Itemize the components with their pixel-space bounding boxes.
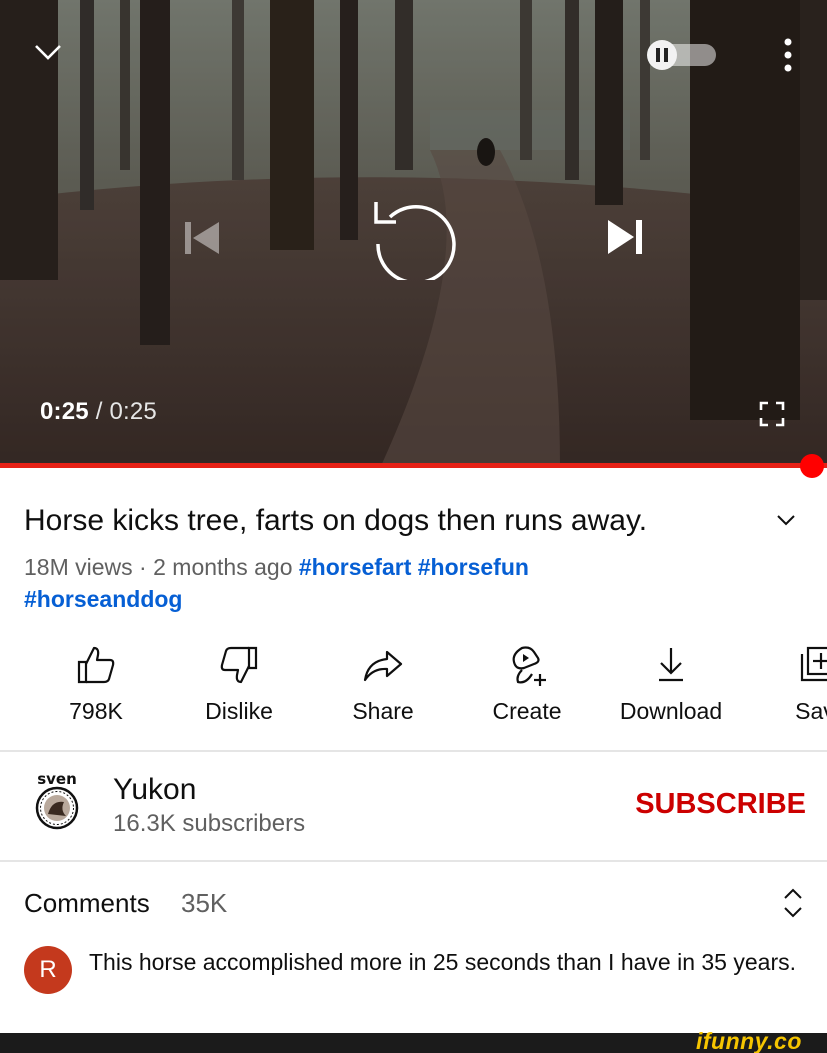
channel-logo-icon: sven <box>35 770 79 830</box>
progress-fill <box>0 463 827 468</box>
upload-age: 2 months ago <box>153 554 293 580</box>
dislike-button[interactable]: Dislike <box>167 640 311 730</box>
minimize-button[interactable] <box>30 36 66 68</box>
commenter-avatar[interactable]: R <box>24 946 72 994</box>
share-icon <box>363 650 403 682</box>
create-button[interactable]: Create <box>455 640 599 730</box>
autoplay-toggle[interactable] <box>642 40 718 70</box>
comments-expand-button[interactable] <box>780 886 806 920</box>
previous-button[interactable] <box>180 218 224 258</box>
divider <box>0 750 827 752</box>
replay-button[interactable] <box>368 194 458 280</box>
share-button[interactable]: Share <box>311 640 455 730</box>
channel-name[interactable]: Yukon <box>113 773 196 807</box>
avatar-text: sven <box>37 770 77 788</box>
subscriber-count: 16.3K subscribers <box>113 810 306 837</box>
time-separator: / <box>95 398 103 425</box>
create-label: Create <box>492 698 562 724</box>
action-bar: 798K Dislike Share Create Download Sa <box>0 640 827 730</box>
like-count: 798K <box>69 698 123 724</box>
save-icon <box>800 646 827 682</box>
save-button[interactable]: Sav <box>743 640 827 730</box>
like-button[interactable]: 798K <box>24 640 168 730</box>
current-time: 0:25 <box>40 398 89 425</box>
progress-scrubber[interactable] <box>800 454 824 478</box>
time-display: 0:25 / 0:25 <box>40 398 157 426</box>
dislike-label: Dislike <box>205 698 273 724</box>
expand-description-button[interactable] <box>772 506 800 534</box>
duration: 0:25 <box>109 398 157 425</box>
meta-dot: · <box>139 554 147 580</box>
chevron-down-icon <box>777 515 795 526</box>
hashtag-link[interactable]: #horsefart <box>299 554 411 580</box>
hashtag-link[interactable]: #horseanddog <box>24 586 182 612</box>
download-label: Download <box>619 698 723 724</box>
more-vert-icon <box>784 38 792 72</box>
comments-header[interactable]: Comments <box>24 888 150 919</box>
chevron-down-icon <box>35 45 61 60</box>
fullscreen-button[interactable] <box>756 398 788 430</box>
next-button[interactable] <box>604 216 648 258</box>
thumbs-up-icon <box>77 646 115 684</box>
thumbs-down-icon <box>220 646 258 684</box>
download-icon <box>659 648 683 682</box>
create-icon <box>512 646 546 686</box>
download-button[interactable]: Download <box>599 640 743 730</box>
skip-next-icon <box>608 220 642 254</box>
unfold-icon <box>784 888 802 918</box>
more-options-button[interactable] <box>776 36 800 74</box>
view-count: 18M views <box>24 554 133 580</box>
comment-text[interactable]: This horse accomplished more in 25 secon… <box>89 944 809 980</box>
replay-icon <box>374 202 456 280</box>
video-meta: 18M views · 2 months ago #horsefart #hor… <box>24 551 784 615</box>
fullscreen-icon <box>759 401 785 427</box>
autoplay-icon <box>647 40 716 70</box>
comments-count: 35K <box>181 888 228 918</box>
hashtag-link[interactable]: #horsefun <box>418 554 529 580</box>
share-label: Share <box>352 698 414 724</box>
skip-previous-icon <box>185 222 219 254</box>
channel-avatar[interactable]: sven <box>30 770 84 832</box>
video-player[interactable]: 0:25 / 0:25 <box>0 0 827 468</box>
divider <box>0 860 827 862</box>
video-title[interactable]: Horse kicks tree, farts on dogs then run… <box>24 502 744 540</box>
save-label: Sav <box>795 698 827 724</box>
progress-bar[interactable] <box>0 463 827 468</box>
subscribe-button[interactable]: SUBSCRIBE <box>610 788 806 828</box>
ifunny-watermark: ifunny.co <box>696 1028 802 1053</box>
